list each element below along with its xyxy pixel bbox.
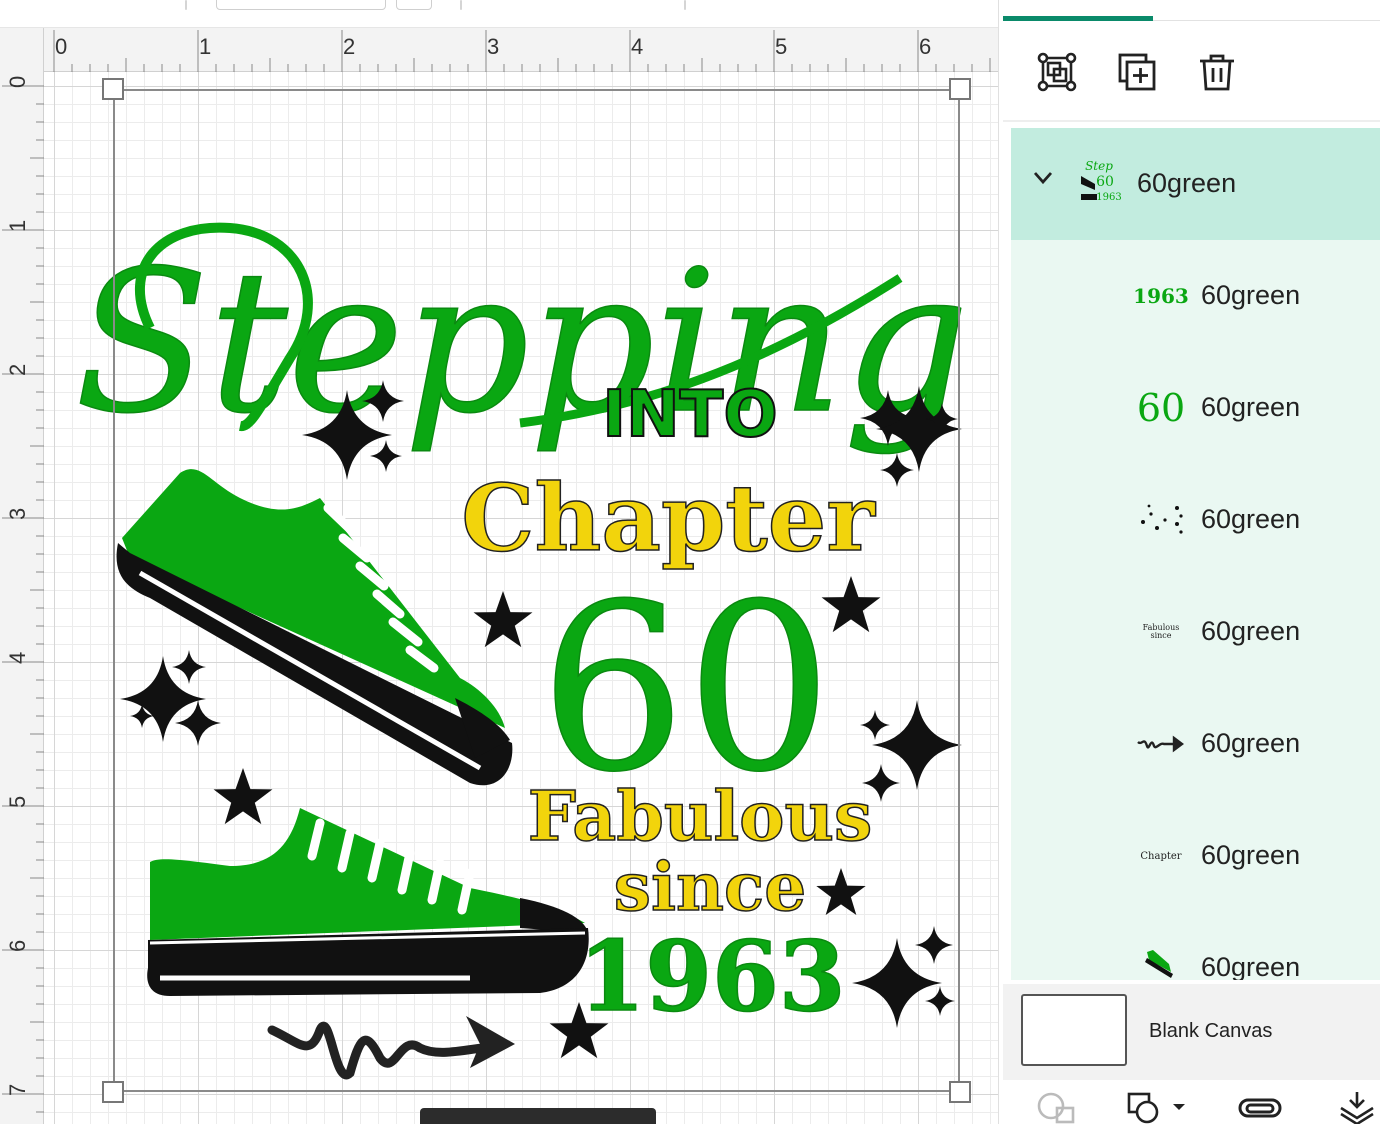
svg-text:1963: 1963: [1096, 192, 1121, 203]
toolbar-dropdown[interactable]: [216, 0, 386, 10]
blank-canvas-label: Blank Canvas: [1149, 1020, 1273, 1042]
layer-name: 60green: [1201, 616, 1301, 646]
layer-row[interactable]: 60green: [1011, 912, 1380, 980]
layer-thumbnail: 60: [1135, 386, 1187, 430]
duplicate-icon[interactable]: [1113, 48, 1161, 96]
layer-name: 60green: [1201, 504, 1301, 534]
top-toolbar: [0, 0, 998, 28]
layer-name: 60green: [1201, 392, 1301, 422]
blank-canvas-swatch[interactable]: [1021, 994, 1127, 1066]
resize-handle-bottom-right[interactable]: [949, 1081, 971, 1103]
layer-row[interactable]: Chapter 60green: [1011, 800, 1380, 912]
attach-icon[interactable]: [1237, 1090, 1283, 1124]
shape-icon[interactable]: [1127, 1090, 1187, 1124]
layer-name: 60green: [1201, 952, 1301, 980]
toolbar-divider: [460, 0, 462, 10]
layer-thumbnail: Chapter: [1135, 836, 1187, 876]
layers-tab-active-indicator[interactable]: [1003, 16, 1153, 21]
svg-text:60: 60: [1096, 174, 1114, 190]
blank-canvas-row[interactable]: Blank Canvas: [1003, 984, 1380, 1080]
layer-row[interactable]: 60 60green: [1011, 352, 1380, 464]
layer-group-name: 60green: [1137, 168, 1237, 198]
resize-handle-top-right[interactable]: [949, 78, 971, 100]
design-canvas[interactable]: 0 1 2 3 4 5 6 0 1 2 3 4 5 6 7 Stepping I…: [0, 28, 998, 1124]
layers-list: Step 60 1963 60green 1963 60green 60 60g…: [1011, 128, 1380, 980]
layer-name: 60green: [1201, 728, 1301, 758]
arrow-thumb-icon: [1135, 724, 1187, 764]
size-readout: [420, 1108, 656, 1124]
layer-row[interactable]: 1963 60green: [1011, 240, 1380, 352]
combine-icon[interactable]: [1037, 1090, 1077, 1124]
layer-thumbnail: 1963: [1133, 276, 1189, 316]
thumb-text: 1963: [1133, 284, 1189, 308]
toolbar-button[interactable]: [396, 0, 432, 10]
thumb-text: 60: [1136, 386, 1186, 430]
resize-handle-bottom-left[interactable]: [102, 1081, 124, 1103]
group-icon[interactable]: [1033, 48, 1081, 96]
toolbar-divider: [185, 0, 187, 10]
layer-row[interactable]: 60green: [1011, 464, 1380, 576]
toolbar-divider: [1003, 120, 1380, 122]
chevron-down-icon[interactable]: [1033, 170, 1053, 189]
delete-icon[interactable]: [1193, 48, 1241, 96]
layer-group-row[interactable]: Step 60 1963 60green: [1011, 128, 1380, 240]
layers-panel: Step 60 1963 60green 1963 60green 60 60g…: [998, 0, 1380, 1124]
layer-row[interactable]: 60green: [1011, 688, 1380, 800]
layer-row[interactable]: Fabulous since 60green: [1011, 576, 1380, 688]
bottom-toolbar: [1003, 1084, 1380, 1124]
shoe-thumb-icon: [1135, 948, 1187, 980]
group-thumbnail-icon: Step 60 1963: [1077, 156, 1122, 210]
selection-box[interactable]: [113, 89, 960, 1092]
stars-thumb-icon: [1135, 500, 1187, 540]
layer-name: 60green: [1201, 280, 1301, 310]
svg-text:Step: Step: [1085, 159, 1113, 173]
design-app: 0 1 2 3 4 5 6 0 1 2 3 4 5 6 7 Stepping I…: [0, 0, 1380, 1124]
layer-name: 60green: [1201, 840, 1301, 870]
layer-thumbnail: Fabulous since: [1135, 612, 1187, 652]
thumb-text: Chapter: [1140, 850, 1182, 862]
flatten-icon[interactable]: [1337, 1090, 1377, 1124]
resize-handle-top-left[interactable]: [102, 78, 124, 100]
toolbar-divider: [684, 0, 686, 10]
thumb-text: Fabulous since: [1142, 623, 1180, 640]
